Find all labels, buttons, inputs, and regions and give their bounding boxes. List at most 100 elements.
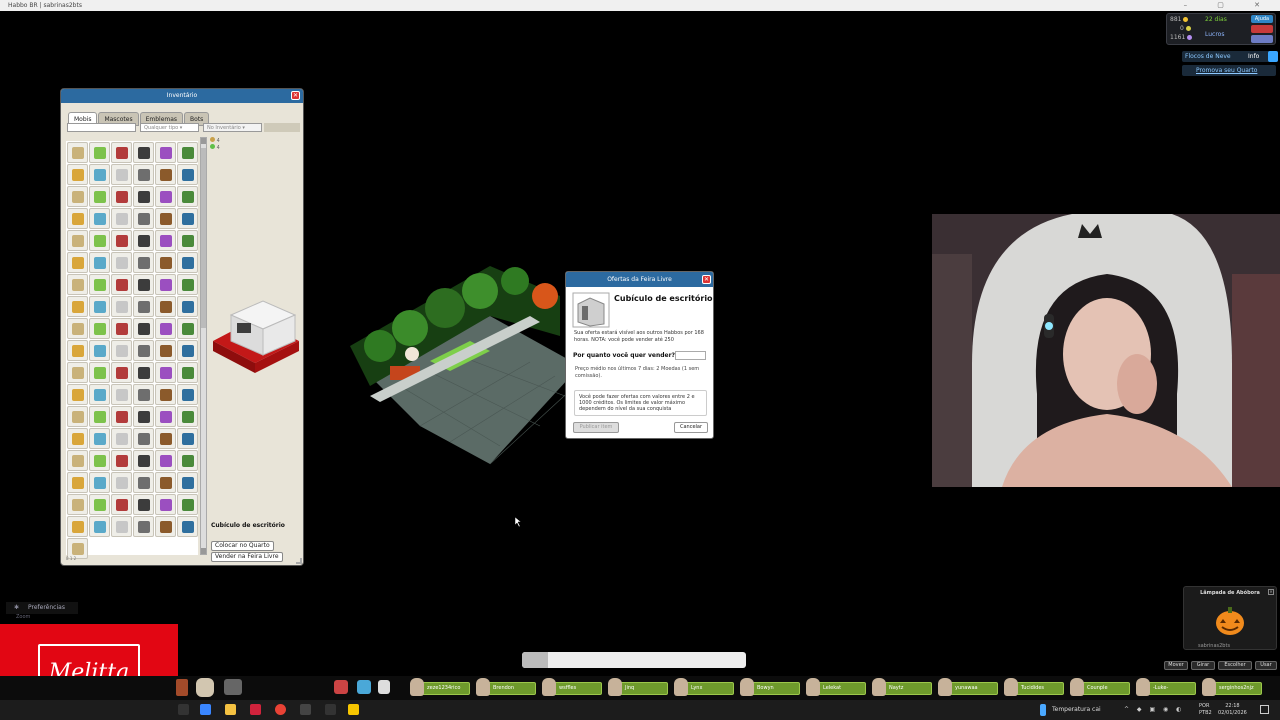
furni-slot[interactable] [133,406,154,427]
furni-slot[interactable] [155,362,176,383]
close-icon[interactable]: ✕ [702,275,711,284]
furni-slot[interactable] [177,406,198,427]
furni-slot[interactable] [111,186,132,207]
inventory-title[interactable]: Inventário [61,89,303,103]
friend-item[interactable]: serginhos2njz [1196,678,1262,698]
furni-slot[interactable] [111,516,132,537]
move-button[interactable]: Mover [1164,661,1188,670]
furni-slot[interactable] [67,142,88,163]
notifications-icon[interactable] [1260,705,1269,714]
chat-style-icon[interactable] [522,652,548,668]
habbo-app-icon[interactable] [348,704,359,715]
furni-slot[interactable] [155,472,176,493]
furni-slot[interactable] [67,274,88,295]
place-in-room-button[interactable]: Colocar no Quarto [211,541,274,551]
furni-slot[interactable] [133,428,154,449]
friend-item[interactable]: Counple [1064,678,1130,698]
furni-slot[interactable] [155,274,176,295]
furni-slot[interactable] [155,406,176,427]
cancel-button[interactable]: Cancelar [674,422,708,433]
furni-slot[interactable] [111,164,132,185]
friend-item[interactable]: Bowyn [734,678,800,698]
event-icon[interactable] [1268,51,1278,62]
clock[interactable]: 22:18 02/01/2026 [1218,703,1247,717]
scroll-down-icon[interactable] [201,548,206,554]
furni-slot[interactable] [89,516,110,537]
furni-slot[interactable] [177,208,198,229]
furni-slot[interactable] [67,296,88,317]
help-button[interactable]: Ajuda [1251,15,1273,23]
furni-slot[interactable] [133,142,154,163]
furni-slot[interactable] [67,428,88,449]
furni-slot[interactable] [177,494,198,515]
furni-slot[interactable] [67,208,88,229]
room-view[interactable] [340,236,580,466]
friend-item[interactable]: Naytz [866,678,932,698]
furni-slot[interactable] [111,472,132,493]
marketplace-title[interactable]: Ofertas da Feira Livre [566,272,713,287]
friend-item[interactable]: Brendon [470,678,536,698]
language-indicator[interactable]: POR PTB2 [1199,703,1212,717]
furni-slot[interactable] [177,230,198,251]
scroll-thumb[interactable] [201,148,206,328]
furni-slot[interactable] [177,516,198,537]
furni-slot[interactable] [111,362,132,383]
messenger-icon[interactable] [334,680,348,694]
furni-slot[interactable] [177,428,198,449]
furni-slot[interactable] [67,318,88,339]
friend-item[interactable]: zeze1234rico [404,678,470,698]
close-icon[interactable]: ✕ [1268,589,1274,595]
furni-slot[interactable] [177,142,198,163]
inventory-scrollbar[interactable] [200,137,207,555]
furni-slot[interactable] [177,164,198,185]
furni-slot[interactable] [111,384,132,405]
window-controls[interactable]: – ▢ ✕ [1184,0,1274,11]
furni-slot[interactable] [89,208,110,229]
furni-slot[interactable] [155,340,176,361]
furni-slot[interactable] [67,516,88,537]
furni-slot[interactable] [155,164,176,185]
furni-slot[interactable] [111,406,132,427]
settings-button[interactable] [1251,35,1273,43]
scroll-up-icon[interactable] [201,138,206,144]
friend-item[interactable]: Tucidides [998,678,1064,698]
furni-slot[interactable] [111,252,132,273]
furni-slot[interactable] [155,428,176,449]
lucros-link[interactable]: Lucros [1205,31,1224,38]
furni-slot[interactable] [177,296,198,317]
furni-slot[interactable] [177,362,198,383]
report-button[interactable] [1251,25,1273,33]
furni-slot[interactable] [111,450,132,471]
avatar[interactable] [405,347,419,361]
furni-slot[interactable] [89,406,110,427]
furni-slot[interactable] [155,252,176,273]
type-select[interactable]: Qualquer tipo ▾ [140,123,199,132]
furni-slot[interactable] [111,142,132,163]
chrome-icon[interactable] [275,704,286,715]
furni-slot[interactable] [133,472,154,493]
tray-icons[interactable]: ^ ◆ ▣ ◉ ◐ [1124,706,1184,713]
furni-slot[interactable] [177,450,198,471]
furni-slot[interactable] [133,516,154,537]
furni-slot[interactable] [177,318,198,339]
furni-slot[interactable] [111,340,132,361]
friend-item[interactable]: Lelekat [800,678,866,698]
furni-slot[interactable] [111,274,132,295]
app-icon[interactable] [325,704,336,715]
publish-button[interactable]: Publicar item [573,422,619,433]
furni-slot[interactable] [177,186,198,207]
furni-slot[interactable] [155,142,176,163]
furni-slot[interactable] [89,362,110,383]
furni-slot[interactable] [67,384,88,405]
furni-slot[interactable] [155,230,176,251]
furni-slot[interactable] [133,230,154,251]
furni-slot[interactable] [89,252,110,273]
furni-slot[interactable] [67,472,88,493]
furni-slot[interactable] [111,494,132,515]
furni-slot[interactable] [89,164,110,185]
furni-slot[interactable] [67,230,88,251]
furni-slot[interactable] [133,318,154,339]
furni-slot[interactable] [133,340,154,361]
location-select[interactable]: No Inventário ▾ [203,123,262,132]
furni-slot[interactable] [89,186,110,207]
